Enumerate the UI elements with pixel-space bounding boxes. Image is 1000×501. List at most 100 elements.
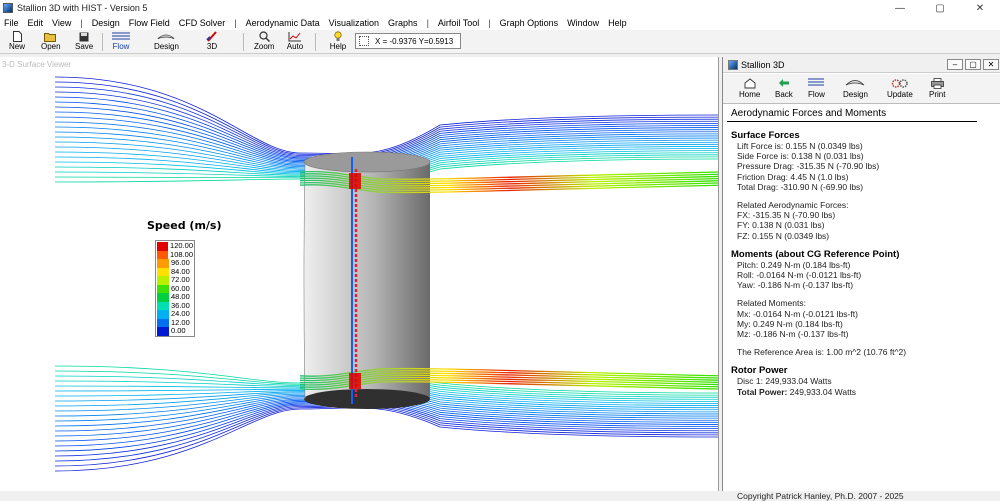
legend-swatch (157, 267, 169, 276)
open-label: Open (41, 42, 61, 51)
moment-my: My: 0.249 N-m (0.184 lbs-ft) (737, 318, 843, 329)
back-label: Back (775, 90, 793, 99)
new-file-icon (8, 31, 26, 42)
copyright-text: Copyright Patrick Hanley, Ph.D. 2007 - 2… (737, 491, 904, 501)
stallion-3d-panel: Stallion 3D – ▢ ✕ Home Back Flow Design … (722, 57, 1000, 501)
streamline (54, 403, 718, 457)
nacelle-edge (303, 161, 306, 400)
force-fz: FZ: 0.155 N (0.0349 lbs) (737, 230, 830, 241)
menu-flow-field[interactable]: Flow Field (129, 18, 170, 28)
streamline (54, 91, 718, 158)
design-button[interactable]: Design (154, 31, 179, 53)
home-label: Home (739, 90, 761, 99)
menu-help[interactable]: Help (608, 18, 627, 28)
menu-window[interactable]: Window (567, 18, 599, 28)
panel-restore-button[interactable]: ▢ (965, 59, 981, 70)
flow-lines-icon (112, 31, 130, 42)
surface-viewer[interactable]: 3-D Surface Viewer Speed (m/s) 120.00 108… (0, 57, 719, 491)
update-label: Update (887, 90, 913, 99)
maximize-button[interactable]: ▢ (920, 0, 960, 16)
panel-title-bar: Stallion 3D – ▢ ✕ (723, 57, 1000, 73)
flow-button[interactable]: Flow (112, 31, 130, 53)
legend-swatch (157, 310, 169, 319)
panel-minimize-button[interactable]: – (947, 59, 963, 70)
menu-edit[interactable]: Edit (28, 18, 44, 28)
save-button[interactable]: Save (75, 31, 93, 53)
related-moments-title: Related Moments: (737, 298, 806, 309)
panel-close-button[interactable]: ✕ (983, 59, 999, 70)
streamline (54, 76, 718, 155)
legend-entry: 0.00 (157, 327, 193, 336)
auto-label: Auto (286, 42, 304, 51)
nacelle-bottom-rim (304, 389, 430, 409)
menu-file[interactable]: File (4, 18, 19, 28)
zoom-button[interactable]: Zoom (254, 31, 274, 53)
legend-title: Speed (m/s) (147, 219, 222, 232)
help-button[interactable]: Help (329, 31, 347, 53)
new-label: New (8, 42, 25, 51)
report-header: Aerodynamic Forces and Moments (727, 105, 977, 122)
panel-flow-label: Flow (808, 90, 825, 99)
moment-mx: Mx: -0.0164 N-m (-0.0121 lbs-ft) (737, 308, 858, 319)
new-button[interactable]: New (8, 31, 26, 53)
view-3d-button[interactable]: 3D (203, 31, 221, 53)
airfoil-icon (157, 31, 175, 42)
menu-bar: File Edit View | Design Flow Field CFD S… (0, 16, 1000, 30)
panel-flow-button[interactable]: Flow (808, 78, 825, 100)
save-label: Save (75, 42, 94, 51)
close-button[interactable]: ✕ (960, 0, 1000, 16)
menu-aerodynamic-data[interactable]: Aerodynamic Data (246, 18, 320, 28)
design-label: Design (154, 42, 179, 51)
back-arrow-icon (778, 78, 790, 90)
yaw-moment: Yaw: -0.186 N-m (-0.137 lbs-ft) (737, 280, 854, 291)
panel-app-icon (728, 59, 738, 70)
zoom-label: Zoom (254, 42, 275, 51)
legend-swatch (157, 293, 169, 302)
minimize-button[interactable]: — (880, 0, 920, 16)
folder-icon (42, 31, 60, 42)
surface-forces-title: Surface Forces (731, 130, 800, 141)
menu-visualization[interactable]: Visualization (329, 18, 379, 28)
menu-separator: | (80, 18, 83, 28)
lift-force: Lift Force is: 0.155 N (0.0349 lbs) (737, 141, 863, 151)
printer-icon (930, 78, 944, 90)
magnifier-icon (255, 31, 273, 42)
coordinate-readout: X = -0.9376 Y=0.5913 (355, 33, 461, 49)
menu-graphs[interactable]: Graphs (388, 18, 418, 28)
streamline (54, 81, 718, 156)
total-power-value: 249,933.04 Watts (789, 386, 857, 397)
rotor-tip-lower (349, 373, 361, 389)
panel-toolbar: Home Back Flow Design Update Print (723, 74, 1000, 104)
title-bar: Stallion 3D with HIST - Version 5 — ▢ ✕ (0, 0, 1000, 16)
print-button[interactable]: Print (929, 78, 945, 100)
side-force: Side Force is: 0.138 N (0.031 lbs) (737, 151, 864, 162)
legend-swatch (157, 318, 169, 327)
help-label: Help (329, 42, 347, 51)
home-button[interactable]: Home (739, 78, 760, 100)
auto-button[interactable]: Auto (286, 31, 304, 53)
menu-separator: | (234, 18, 237, 28)
roll-moment: Roll: -0.0164 N-m (-0.0121 lbs-ft) (737, 270, 862, 281)
moment-mz: Mz: -0.186 N-m (-0.137 lbs-ft) (737, 329, 849, 340)
floppy-disk-icon (75, 31, 93, 42)
panel-design-button[interactable]: Design (843, 78, 868, 100)
back-button[interactable]: Back (775, 78, 793, 100)
legend-swatch (157, 250, 169, 259)
menu-view[interactable]: View (52, 18, 71, 28)
menu-airfoil-tool[interactable]: Airfoil Tool (438, 18, 479, 28)
pitch-moment: Pitch: 0.249 N-m (0.184 lbs-ft) (737, 259, 851, 270)
menu-design[interactable]: Design (92, 18, 120, 28)
menu-cfd-solver[interactable]: CFD Solver (179, 18, 226, 28)
streamline (54, 404, 718, 462)
menu-separator: | (488, 18, 491, 28)
menu-graph-options[interactable]: Graph Options (500, 18, 559, 28)
gears-icon (891, 78, 909, 90)
update-button[interactable]: Update (887, 78, 913, 100)
view-3d-label: 3D (206, 42, 218, 51)
related-forces-title: Related Aerodynamic Forces: (737, 200, 849, 211)
force-fx: FX: -315.35 N (-70.90 lbs) (737, 210, 836, 221)
open-button[interactable]: Open (41, 31, 61, 53)
legend-value: 0.00 (171, 326, 186, 336)
home-icon (744, 78, 756, 90)
flow-lines-icon (808, 78, 825, 90)
